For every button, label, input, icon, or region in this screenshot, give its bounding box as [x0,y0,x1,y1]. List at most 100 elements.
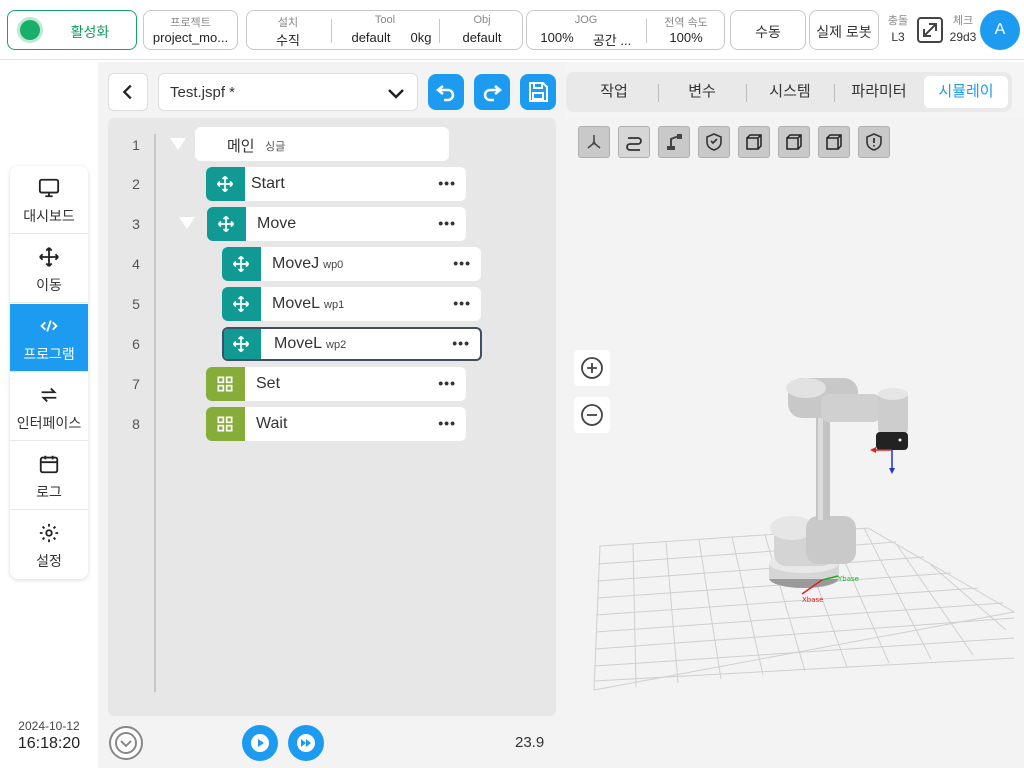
time: 16:18:20 [17,735,81,752]
project-selector[interactable]: 프로젝트 project_mo... [143,10,238,50]
side-navigation: 대시보드 이동 프로그램 인터페이스 로그 설정 [10,166,88,579]
more-options-icon[interactable]: ••• [452,336,470,350]
collapse-triangle-icon[interactable] [179,217,195,229]
real-robot-label: 실제 로봇 [816,24,872,40]
line-number: 5 [132,296,140,312]
swap-arrows-icon [41,387,57,403]
line-number: 8 [132,416,140,432]
tab-system[interactable]: 시스템 [762,80,818,101]
more-options-icon[interactable]: ••• [438,216,456,230]
more-options-icon[interactable]: ••• [438,416,456,430]
line-number: 1 [132,137,140,153]
node-badge [222,287,261,321]
more-options-icon[interactable]: ••• [453,256,471,270]
tree-node-main[interactable]: 메인 싱글 [195,127,449,161]
tree-node-wait[interactable]: Wait ••• [206,407,466,441]
save-icon [529,82,548,102]
install-value: 수직 [276,33,300,48]
install-tool-obj-panel[interactable]: 설치 수직 Tool default 0kg Obj default [246,10,523,50]
activate-label: 활성화 [70,24,110,40]
manual-mode-button[interactable]: 수동 [730,10,806,50]
global-speed-caption: 전역 속도 [664,17,708,29]
obj-value: default [462,30,502,45]
expand-down-icon[interactable] [108,725,144,761]
more-options-icon[interactable]: ••• [453,296,471,310]
tree-node-movel-wp2[interactable]: MoveL wp2 ••• [222,327,482,361]
redo-button[interactable] [474,74,510,110]
main-sub-label: 싱글 [265,141,286,153]
collision-level[interactable]: 충돌 L3 [884,12,912,44]
node-badge [207,207,246,241]
nav-label: 대시보드 [23,208,75,224]
speed-readout: 23.9 [515,734,545,751]
play-button[interactable] [242,725,278,761]
tool-caption: Tool [374,14,396,26]
nav-item-interface[interactable]: 인터페이스 [10,373,88,441]
node-badge [206,167,245,201]
nav-item-dashboard[interactable]: 대시보드 [10,166,88,234]
move-arrows-icon [232,255,250,273]
tab-divider [834,84,835,102]
move-arrows-icon [232,295,250,313]
waypoint-label: wp1 [324,299,345,311]
move-arrows-icon [217,215,235,233]
tree-node-move[interactable]: Move ••• [207,207,466,241]
line-number: 3 [132,216,140,232]
tab-task[interactable]: 작업 [586,80,642,101]
more-options-icon[interactable]: ••• [438,176,456,190]
jog-speed-panel[interactable]: JOG 100% 공간 ... 전역 속도 100% [526,10,725,50]
date: 2024-10-12 [18,719,80,733]
checksum-caption: 체크 [952,15,974,27]
install-caption: 설치 [277,17,299,29]
back-button[interactable] [108,73,148,111]
line-number: 7 [132,376,140,392]
tree-node-movej-wp0[interactable]: MoveJ wp0 ••• [222,247,481,281]
node-badge [206,367,245,401]
grid-icon [217,376,233,392]
nav-item-log[interactable]: 로그 [10,442,88,510]
tab-simulation[interactable]: 시뮬레이 [924,76,1008,108]
real-robot-button[interactable]: 실제 로봇 [809,10,879,50]
code-icon [40,320,58,332]
status-indicator-icon [20,20,40,40]
nav-label: 인터페이스 [16,415,82,431]
tree-node-movel-wp1[interactable]: MoveL wp1 ••• [222,287,481,321]
nav-item-move[interactable]: 이동 [10,235,88,303]
tab-divider [746,84,747,102]
file-selector[interactable]: Test.jspf * [158,73,418,111]
tab-parameters[interactable]: 파라미터 [844,80,914,101]
robot-3d-scene: Ybase Xbase [593,378,1016,691]
jog-caption: JOG [574,14,598,26]
activate-button[interactable]: 활성화 [7,10,137,50]
clock: 2024-10-12 16:18:20 [10,719,88,753]
tree-node-set[interactable]: Set ••• [206,367,466,401]
nav-item-settings[interactable]: 설정 [10,511,88,579]
y-base-label: Ybase [837,575,859,583]
tab-variables[interactable]: 변수 [674,80,730,101]
checksum: 체크 29d3 [946,12,980,44]
redo-icon [483,85,503,102]
line-number: 4 [132,256,140,272]
project-value: project_mo... [152,30,229,45]
more-options-icon[interactable]: ••• [438,376,456,390]
tool-value: default [351,30,391,45]
collapse-triangle-icon[interactable] [170,138,186,150]
nav-label: 로그 [36,484,62,500]
tab-divider [658,84,659,102]
chevron-left-icon [122,84,132,100]
divider [439,19,440,43]
step-forward-button[interactable] [288,725,324,761]
tab-bar: 작업 변수 시스템 파라미터 시뮬레이 [566,72,1012,112]
node-name: MoveJ wp0 [272,255,343,273]
fullscreen-icon[interactable] [916,16,944,44]
nav-item-program[interactable]: 프로그램 [10,304,88,372]
grid-icon [217,416,233,432]
tree-node-start[interactable]: Start ••• [206,167,466,201]
node-name: Set [256,375,281,392]
project-caption: 프로젝트 [170,17,211,29]
node-name: MoveL wp2 [274,335,346,353]
user-avatar[interactable]: A [980,10,1020,50]
undo-button[interactable] [428,74,464,110]
save-button[interactable] [520,74,556,110]
line-number: 6 [132,336,140,352]
